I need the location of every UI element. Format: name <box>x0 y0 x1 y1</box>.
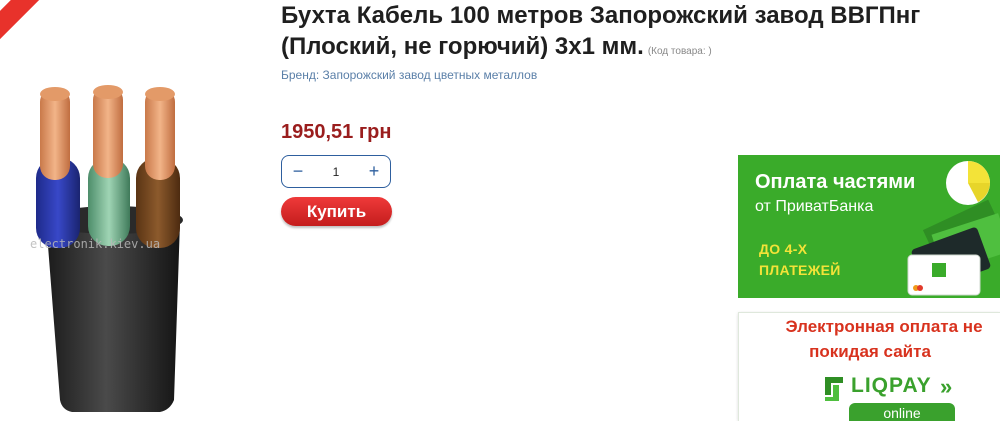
title-line-2-text: (Плоский, не горючий) 3х1 мм. <box>281 33 644 60</box>
title-line-2: (Плоский, не горючий) 3х1 мм. (Код товара… <box>281 31 1000 67</box>
liqpay-banner-line-1: Электронная оплата не <box>785 317 983 336</box>
liqpay-online-badge: online <box>849 403 955 421</box>
quantity-decrease-button[interactable]: − <box>282 156 314 187</box>
product-image[interactable]: electronik.kiev.ua <box>0 80 272 420</box>
product-price: 1950,51 грн <box>281 121 392 143</box>
quantity-increase-button[interactable]: + <box>358 156 390 187</box>
title-line-1: Бухта Кабель 100 метров Запорожский заво… <box>281 2 921 29</box>
liqpay-logo-text: LIQPAY <box>851 374 932 397</box>
banner-privat-payments: ДО 4-Х ПЛАТЕЖЕЙ <box>759 239 841 281</box>
quantity-input[interactable]: 1 <box>321 165 351 179</box>
pie-chart-cards-icon <box>907 161 1000 296</box>
sale-corner-ribbon <box>0 0 60 60</box>
liqpay-logo-icon <box>825 377 843 401</box>
liqpay-banner-line-2: покидая сайта <box>809 342 931 361</box>
product-title: Бухта Кабель 100 метров Запорожский заво… <box>281 0 1000 67</box>
brand-link[interactable]: Бренд: Запорожский завод цветных металло… <box>281 68 537 82</box>
brand-line: Бренд: Запорожский завод цветных металло… <box>281 68 537 82</box>
quantity-stepper: − 1 + <box>281 155 391 188</box>
ribbon-strip <box>0 0 59 58</box>
liqpay-banner[interactable]: Электронная оплата не покидая сайта LIQP… <box>738 312 1000 421</box>
watermark-text: electronik.kiev.ua <box>30 237 160 251</box>
product-code-note: (Код товара: ) <box>647 46 712 57</box>
liqpay-chevrons-icon: » <box>940 374 953 399</box>
privatbank-installment-banner[interactable]: Оплата частями от ПриватБанка ДО 4-Х ПЛА… <box>738 155 1000 298</box>
payments-line-2: ПЛАТЕЖЕЙ <box>759 262 841 278</box>
banner-privat-subtitle: от ПриватБанка <box>755 198 874 215</box>
buy-button[interactable]: Купить <box>281 197 392 226</box>
payments-line-1: ДО 4-Х <box>759 241 808 257</box>
